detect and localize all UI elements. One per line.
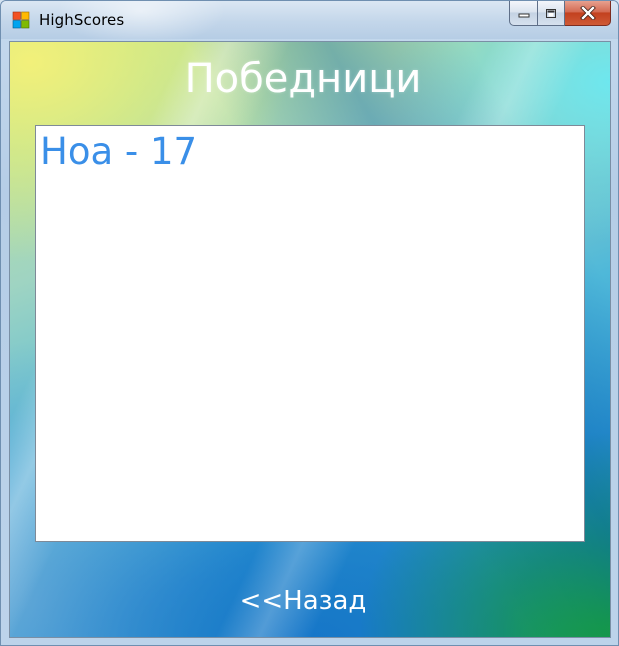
window-title: HighScores: [39, 11, 125, 29]
minimize-button[interactable]: [509, 1, 538, 26]
title-bar[interactable]: HighScores: [1, 1, 618, 39]
page-title: Победници: [184, 56, 422, 102]
back-button[interactable]: <<Назад: [10, 586, 596, 616]
maximize-button[interactable]: [538, 1, 565, 26]
scores-list[interactable]: Ноа - 17: [35, 125, 585, 542]
highscores-window: HighScores Победници Ноа - 17 <<Назад: [0, 0, 619, 646]
minimize-icon: [518, 13, 529, 18]
windows-form-icon: [12, 11, 30, 29]
close-button[interactable]: [565, 1, 611, 26]
close-icon: [579, 6, 596, 20]
caption-buttons: [509, 1, 611, 26]
form-client-area: Победници Ноа - 17 <<Назад: [9, 41, 611, 638]
score-entry: Ноа - 17: [40, 130, 198, 173]
maximize-icon: [546, 8, 556, 18]
